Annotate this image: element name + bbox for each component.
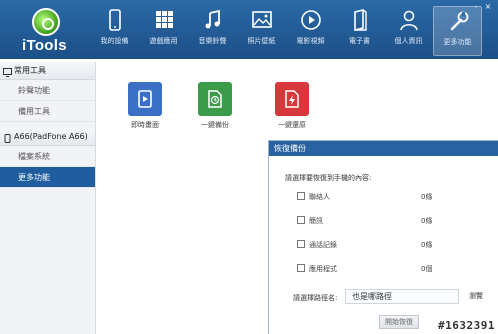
- option-label: 應用程式: [309, 265, 337, 273]
- book-icon: [346, 8, 374, 34]
- option-count: 0條: [421, 241, 433, 249]
- person-icon: [395, 8, 423, 34]
- sidebar-item-more-features[interactable]: 更多功能: [0, 167, 95, 188]
- device-icon: [3, 132, 12, 143]
- nav-label: 電影視頻: [296, 37, 325, 45]
- nav-label: 更多功能: [443, 38, 472, 46]
- option-count: 0個: [421, 265, 433, 273]
- dialog-prompt: 請選擇要恢復到手機的內容:: [285, 174, 372, 182]
- nav-item-my-device[interactable]: 我的設備: [90, 6, 139, 56]
- sidebar-header-common-tools[interactable]: 常用工具: [0, 62, 95, 80]
- tool-label: 即時畫面: [131, 121, 159, 129]
- app-logo: iTools: [18, 6, 78, 56]
- sidebar-header-device[interactable]: A66(PadFone A66): [0, 128, 95, 146]
- top-bar: iTools 我的設備 遊戲應用 音樂鈴聲 照片壁紙 電影視頻 電子書 個人資訊…: [0, 0, 498, 59]
- sidebar-header-label: A66(PadFone A66): [14, 132, 88, 141]
- tool-label: 一鍵備份: [201, 121, 229, 129]
- sidebar: 常用工具 鈴聲功能 備用工具 A66(PadFone A66) 檔案系統 更多功…: [0, 62, 96, 334]
- wrench-icon: [444, 9, 472, 35]
- tool-live-screen[interactable]: 即時畫面: [120, 82, 170, 130]
- nav-label: 照片壁紙: [247, 37, 276, 45]
- option-contacts[interactable]: 聯絡人 0條: [297, 191, 477, 203]
- path-input[interactable]: 也是哪路徑: [345, 289, 459, 304]
- monitor-icon: [3, 66, 12, 77]
- minimize-button[interactable]: -: [472, 2, 480, 11]
- main-nav: 我的設備 遊戲應用 音樂鈴聲 照片壁紙 電影視頻 電子書 個人資訊 更多功能: [90, 6, 482, 56]
- watermark: #1632391: [438, 319, 495, 332]
- image-icon: [248, 8, 276, 34]
- option-apps[interactable]: 應用程式 0個: [297, 263, 477, 275]
- restore-bolt-icon: [275, 82, 309, 116]
- dialog-title: 恢復備份: [269, 141, 498, 156]
- nav-item-video[interactable]: 電影視頻: [286, 6, 335, 56]
- nav-label: 音樂鈴聲: [198, 37, 227, 45]
- option-label: 聯絡人: [309, 193, 330, 201]
- close-button[interactable]: ×: [484, 2, 492, 11]
- app-name: iTools: [22, 37, 67, 54]
- tool-one-click-restore[interactable]: 一鍵還原: [267, 82, 317, 130]
- option-count: 0條: [421, 193, 433, 201]
- option-label: 通話記錄: [309, 241, 337, 249]
- path-label: 請選擇路徑名:: [293, 294, 338, 302]
- tool-one-click-backup[interactable]: 一鍵備份: [190, 82, 240, 130]
- sidebar-item-backup-tools[interactable]: 備用工具: [0, 101, 95, 122]
- checkbox[interactable]: [297, 192, 305, 200]
- sidebar-header-label: 常用工具: [14, 66, 46, 75]
- tool-label: 一鍵還原: [278, 121, 306, 129]
- nav-item-music[interactable]: 音樂鈴聲: [188, 6, 237, 56]
- checkbox[interactable]: [297, 264, 305, 272]
- start-restore-button[interactable]: 開始恢復: [379, 315, 419, 329]
- option-messages[interactable]: 簡訊 0條: [297, 215, 477, 227]
- sidebar-item-ringtone[interactable]: 鈴聲功能: [0, 80, 95, 101]
- nav-label: 我的設備: [100, 37, 129, 45]
- nav-item-ebooks[interactable]: 電子書: [335, 6, 384, 56]
- option-call-log[interactable]: 通話記錄 0條: [297, 239, 477, 251]
- checkbox[interactable]: [297, 240, 305, 248]
- itools-logo-icon: [32, 8, 60, 36]
- nav-label: 個人資訊: [394, 37, 423, 45]
- nav-item-more-features[interactable]: 更多功能: [433, 6, 482, 56]
- nav-label: 電子書: [349, 37, 370, 45]
- apps-grid-icon: [150, 8, 178, 34]
- nav-item-apps[interactable]: 遊戲應用: [139, 6, 188, 56]
- option-label: 簡訊: [309, 217, 323, 225]
- option-count: 0條: [421, 217, 433, 225]
- checkbox[interactable]: [297, 216, 305, 224]
- sidebar-item-file-system[interactable]: 檔案系統: [0, 146, 95, 167]
- nav-item-personal-info[interactable]: 個人資訊: [384, 6, 433, 56]
- screen-play-icon: [128, 82, 162, 116]
- backup-clock-icon: [198, 82, 232, 116]
- browse-button[interactable]: 瀏覽: [469, 291, 483, 301]
- music-note-icon: [199, 8, 227, 34]
- nav-label: 遊戲應用: [149, 37, 178, 45]
- play-icon: [297, 8, 325, 34]
- window-controls: - ×: [472, 2, 492, 11]
- nav-item-photos[interactable]: 照片壁紙: [237, 6, 286, 56]
- phone-icon: [101, 8, 129, 34]
- restore-backup-dialog: 恢復備份 請選擇要恢復到手機的內容: 聯絡人 0條 簡訊 0條 通話記錄 0條 …: [268, 140, 498, 334]
